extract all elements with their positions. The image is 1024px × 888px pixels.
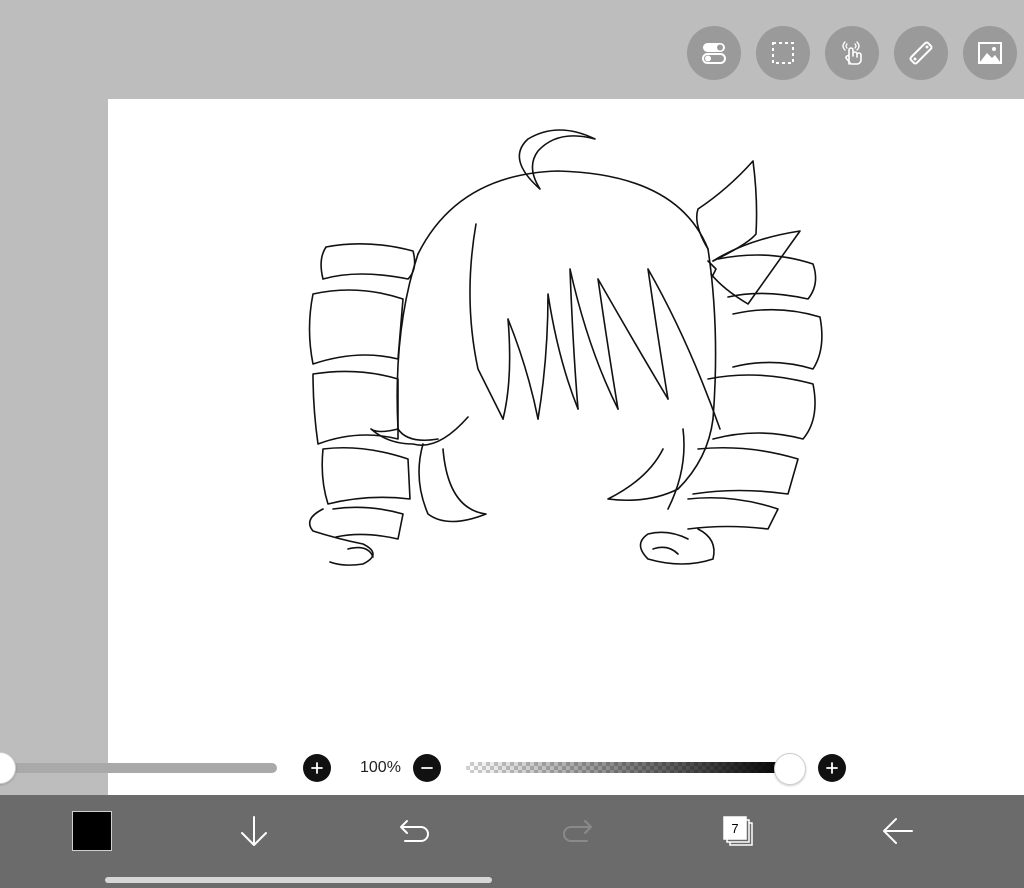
hand-touch-button[interactable]	[825, 26, 879, 80]
brush-size-increase-button[interactable]	[303, 754, 331, 782]
redo-button[interactable]	[557, 809, 597, 853]
selection-button[interactable]	[756, 26, 810, 80]
line-art-drawing	[308, 129, 823, 566]
layers-button[interactable]: 7	[715, 809, 759, 853]
undo-icon	[400, 820, 429, 842]
minus-icon	[421, 767, 433, 769]
layers-count: 7	[731, 821, 739, 836]
back-button[interactable]	[878, 809, 918, 853]
plus-icon	[311, 762, 323, 774]
brush-size-slider[interactable]	[0, 763, 277, 773]
ruler-icon	[909, 41, 933, 65]
download-button[interactable]	[234, 809, 274, 853]
ruler-button[interactable]	[894, 26, 948, 80]
bottom-toolbar: 7	[0, 795, 1024, 888]
back-arrow-icon	[883, 818, 913, 844]
selection-icon	[772, 42, 794, 64]
opacity-decrease-button[interactable]	[413, 754, 441, 782]
hand-touch-icon	[842, 41, 862, 65]
redo-icon	[563, 820, 592, 842]
color-swatch[interactable]	[72, 811, 112, 851]
download-arrow-icon	[241, 816, 267, 846]
drawing-canvas[interactable]	[108, 99, 1024, 795]
plus-icon	[826, 762, 838, 774]
toggle-icon	[702, 43, 726, 64]
opacity-increase-button[interactable]	[818, 754, 846, 782]
zoom-level: 100%	[360, 759, 401, 776]
undo-button[interactable]	[395, 809, 435, 853]
image-icon	[978, 42, 1002, 64]
opacity-knob[interactable]	[774, 753, 806, 785]
opacity-slider[interactable]	[466, 762, 788, 773]
brush-size-knob[interactable]	[0, 752, 16, 784]
home-indicator	[105, 877, 492, 883]
toggle-button[interactable]	[687, 26, 741, 80]
image-button[interactable]	[963, 26, 1017, 80]
